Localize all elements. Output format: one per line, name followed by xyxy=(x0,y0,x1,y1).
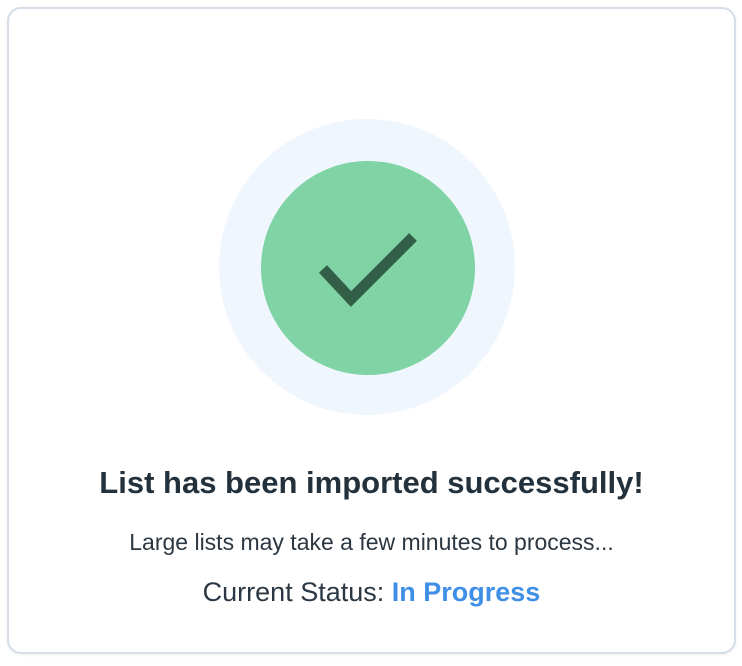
checkmark-icon xyxy=(318,233,417,307)
processing-message: Large lists may take a few minutes to pr… xyxy=(129,529,614,555)
import-success-card: List has been imported successfully! Lar… xyxy=(7,7,736,654)
status-label: Current Status: xyxy=(202,577,385,607)
success-badge xyxy=(261,161,475,375)
status-line: Current Status: In Progress xyxy=(9,574,734,610)
success-title: List has been imported successfully! xyxy=(99,465,644,500)
status-value: In Progress xyxy=(391,577,541,607)
